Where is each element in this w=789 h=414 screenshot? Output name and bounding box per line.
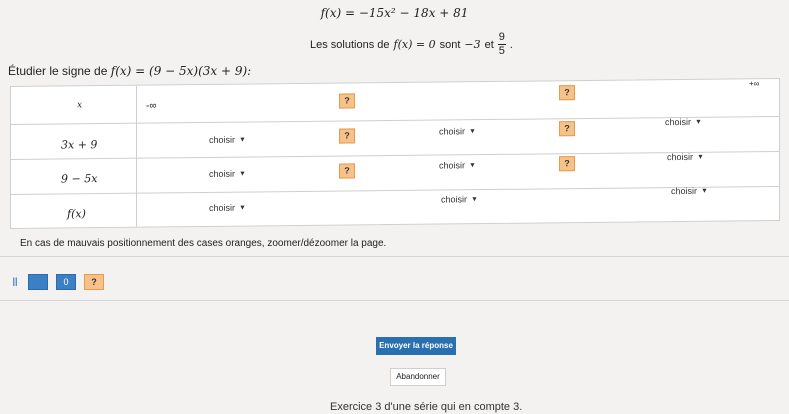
answer-toolbar: || 0 ? (10, 274, 104, 290)
sign-select-r3-c1[interactable]: choisir ▼ (209, 203, 246, 213)
zero-slot-r1-2[interactable]: ? (559, 121, 575, 137)
select-label: choisir (209, 202, 236, 213)
task-instruction: Étudier le signe de f(x) = (9 − 5x)(3x +… (8, 64, 251, 78)
exercise-counter: Exercice 3 d'une série qui en compte 3. (330, 401, 523, 413)
x-value-slot-2[interactable]: ? (559, 85, 575, 101)
solutions-equation: f(x) = 0 (393, 38, 436, 51)
sign-table: x -∞ +∞ 3x + 9 9 − 5x f(x) ? ? choisir ▼ … (10, 77, 780, 230)
select-label: choisir (665, 116, 692, 128)
select-label: choisir (441, 194, 468, 205)
sign-select-r1-c2[interactable]: choisir ▼ (439, 126, 476, 136)
solution-1: −3 (464, 38, 481, 51)
dropdown-caret-icon: ▼ (239, 170, 246, 178)
solution-2-fraction: 9 5 (497, 31, 506, 57)
select-label: choisir (667, 151, 694, 163)
table-column-divider (136, 85, 137, 227)
x-row-label: x (77, 100, 83, 111)
dropdown-caret-icon: ▼ (695, 118, 702, 126)
solutions-mid: sont (439, 38, 461, 51)
select-label: choisir (209, 168, 236, 179)
select-label: choisir (671, 185, 698, 197)
dropdown-caret-icon: ▼ (239, 204, 246, 212)
solutions-prefix: Les solutions de (310, 38, 390, 51)
zero-slot-r2-1[interactable]: ? (339, 163, 355, 179)
plus-infinity: +∞ (749, 79, 760, 89)
solutions-line: Les solutions de f(x) = 0 sont −3 et 9 5… (310, 32, 513, 57)
dropdown-caret-icon: ▼ (239, 136, 246, 144)
select-label: choisir (439, 160, 466, 171)
dropdown-caret-icon: ▼ (469, 127, 476, 135)
abandon-button[interactable]: Abandonner (390, 368, 446, 386)
solution-2-denominator: 5 (498, 45, 505, 57)
dropdown-caret-icon: ▼ (469, 161, 476, 169)
zoom-hint: En cas de mauvais positionnement des cas… (20, 238, 387, 249)
table-row-divider (11, 185, 779, 196)
task-text: Étudier le signe de (8, 64, 108, 78)
sign-select-r1-c1[interactable]: choisir ▼ (209, 135, 246, 145)
solutions-end: . (509, 38, 513, 51)
x-value-slot-1[interactable]: ? (339, 93, 355, 109)
dropdown-caret-icon: ▼ (471, 195, 478, 203)
sign-select-r2-c2[interactable]: choisir ▼ (439, 160, 476, 170)
separator (0, 300, 789, 301)
select-label: choisir (209, 134, 236, 145)
zero-slot-r2-2[interactable]: ? (559, 156, 575, 172)
function-definition: f(x) = −15x² − 18x + 81 (320, 6, 469, 20)
sign-select-r3-c2[interactable]: choisir ▼ (441, 194, 478, 204)
row-label-fx: f(x) (67, 207, 86, 221)
solutions-and: et (484, 38, 494, 51)
row-label-3x-plus-9: 3x + 9 (61, 138, 98, 152)
select-label: choisir (439, 126, 466, 137)
sign-select-r2-c1[interactable]: choisir ▼ (209, 169, 246, 179)
solution-2-numerator: 9 (498, 31, 505, 43)
sign-select-r1-c3[interactable]: choisir ▼ (665, 117, 702, 127)
sign-select-r2-c3[interactable]: choisir ▼ (667, 152, 704, 162)
sign-select-r3-c3[interactable]: choisir ▼ (671, 186, 708, 196)
zero-tile-button[interactable]: 0 (56, 274, 76, 290)
table-row-divider (11, 115, 779, 126)
blank-tile-button[interactable] (28, 274, 48, 290)
dropdown-caret-icon: ▼ (697, 153, 704, 161)
separator (0, 256, 789, 257)
row-label-9-minus-5x: 9 − 5x (61, 172, 98, 186)
minus-infinity: -∞ (146, 100, 157, 112)
dropdown-caret-icon: ▼ (701, 187, 708, 195)
submit-button[interactable]: Envoyer la réponse (376, 337, 456, 355)
placeholder-tile-button[interactable]: ? (84, 274, 104, 290)
task-expression: f(x) = (9 − 5x)(3x + 9): (110, 64, 252, 78)
zero-slot-r1-1[interactable]: ? (339, 128, 355, 144)
pause-icon[interactable]: || (10, 274, 20, 290)
table-row-divider (11, 150, 779, 161)
